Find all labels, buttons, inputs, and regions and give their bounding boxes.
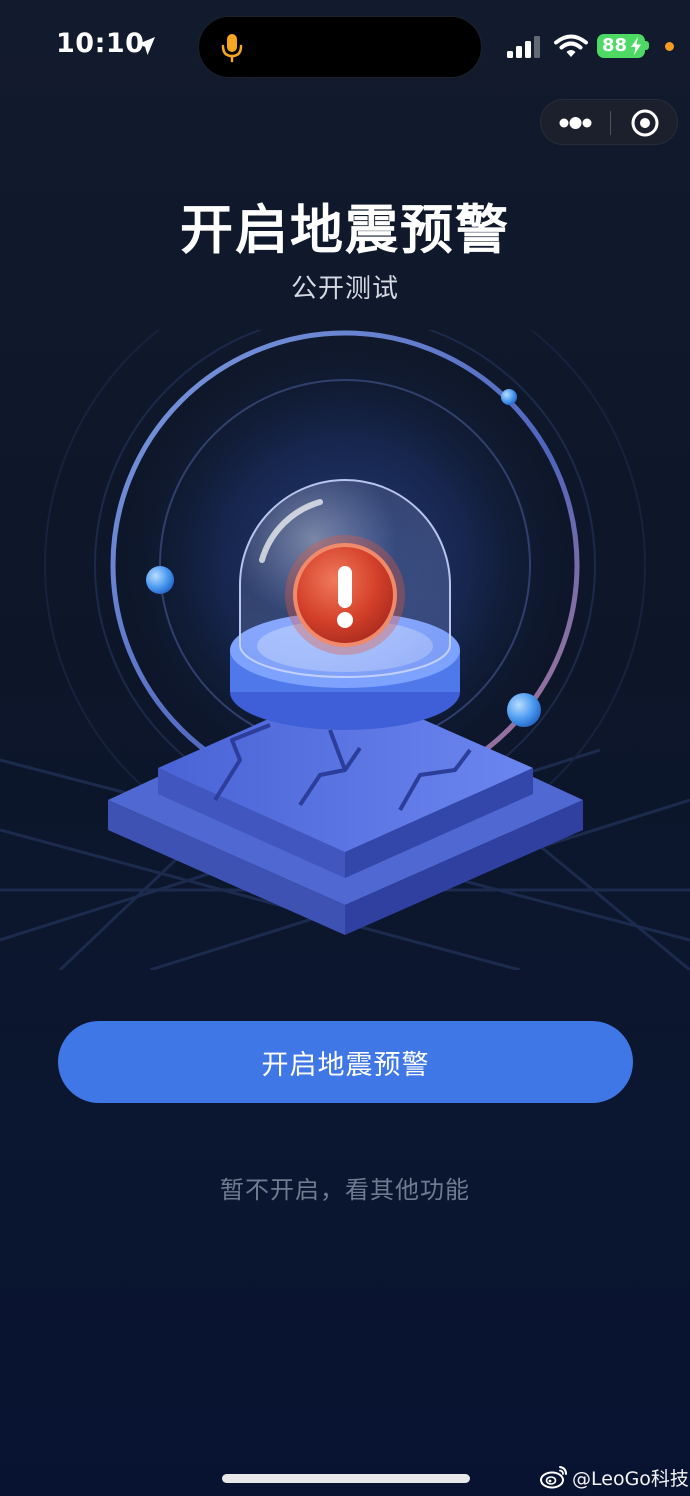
watermark: @LeoGo科技: [540, 1462, 689, 1492]
microphone-icon: [221, 34, 243, 63]
home-indicator[interactable]: [222, 1474, 470, 1483]
status-time: 10:10: [56, 28, 145, 59]
privacy-indicator-dot: [665, 42, 674, 51]
location-arrow-icon: [137, 37, 155, 55]
mini-program-capsule: [540, 99, 678, 145]
exclamation-alert-icon: [337, 566, 353, 628]
wifi-icon: [554, 34, 588, 57]
page-title: 开启地震预警: [180, 200, 510, 261]
watermark-text: @LeoGo科技: [572, 1467, 689, 1490]
page-subtitle: 公开测试: [290, 274, 399, 304]
charging-bolt-icon: [631, 37, 641, 55]
close-target-icon: [631, 109, 659, 137]
skip-link[interactable]: 暂不开启，看其他功能: [0, 1170, 690, 1205]
weibo-logo-icon: [540, 1466, 567, 1489]
earthquake-alarm-illustration: [0, 330, 690, 970]
cellular-signal-icon: [507, 36, 540, 58]
battery-cap: [645, 41, 649, 50]
dynamic-island: [198, 16, 482, 78]
enable-earthquake-warning-button[interactable]: 开启地震预警: [58, 1021, 633, 1103]
more-button[interactable]: [541, 100, 610, 146]
close-button[interactable]: [611, 100, 679, 146]
earthquake-warning-screen: 10:10 88 开启地震预警 公开测试 开启地震预警 暂不开启，看其他功能 @…: [0, 0, 690, 1496]
more-dots-icon: [559, 117, 592, 129]
